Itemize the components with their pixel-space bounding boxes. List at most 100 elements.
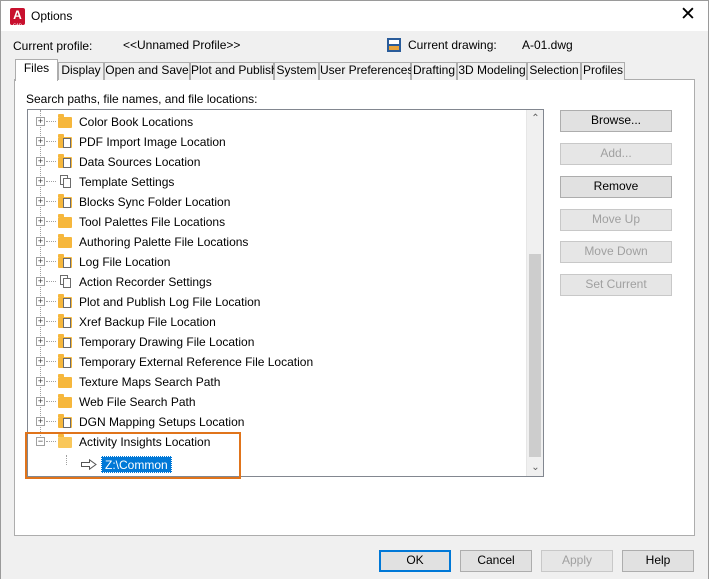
- cancel-button[interactable]: Cancel: [460, 550, 532, 572]
- tree-item[interactable]: + Blocks Sync Folder Location: [28, 192, 528, 212]
- tab-selection[interactable]: Selection: [527, 62, 581, 80]
- tree-item-label: Authoring Palette File Locations: [79, 235, 249, 249]
- tab-profiles[interactable]: Profiles: [581, 62, 625, 80]
- help-button[interactable]: Help: [622, 550, 694, 572]
- expand-icon[interactable]: +: [36, 277, 45, 286]
- tab-system[interactable]: System: [274, 62, 319, 80]
- tree-item-label: Blocks Sync Folder Location: [79, 195, 231, 209]
- folder-file-icon: [57, 194, 73, 209]
- tab-open-and-save[interactable]: Open and Save: [104, 62, 190, 80]
- tab-3d-modeling[interactable]: 3D Modeling: [457, 62, 527, 80]
- folder-file-icon: [57, 294, 73, 309]
- search-paths-label: Search paths, file names, and file locat…: [26, 92, 258, 106]
- tree-item-label: Template Settings: [79, 175, 175, 189]
- expand-icon[interactable]: +: [36, 217, 45, 226]
- folder-file-icon: [57, 334, 73, 349]
- scroll-thumb[interactable]: [529, 254, 541, 457]
- ok-button[interactable]: OK: [379, 550, 451, 572]
- tree-item-label: Action Recorder Settings: [79, 275, 212, 289]
- drawing-file-icon: [387, 38, 401, 52]
- tree-item-label: Web File Search Path: [79, 395, 196, 409]
- title-bar: A CAD Options ✕: [1, 1, 708, 31]
- tree-item-label: Data Sources Location: [79, 155, 201, 169]
- tree-item[interactable]: + Data Sources Location: [28, 152, 528, 172]
- folder-file-icon: [57, 154, 73, 169]
- tab-plot-and-publish[interactable]: Plot and Publish: [190, 62, 278, 80]
- tree-item[interactable]: + Action Recorder Settings: [28, 272, 528, 292]
- tree-item-label: PDF Import Image Location: [79, 135, 226, 149]
- tree-item[interactable]: + Xref Backup File Location: [28, 312, 528, 332]
- tree-item-label: Plot and Publish Log File Location: [79, 295, 261, 309]
- scroll-down-icon[interactable]: ⌄: [527, 459, 543, 476]
- expand-icon[interactable]: +: [36, 117, 45, 126]
- tree-item-label: Xref Backup File Location: [79, 315, 216, 329]
- tree-item-label: Log File Location: [79, 255, 171, 269]
- close-icon[interactable]: ✕: [674, 3, 702, 29]
- tree-item[interactable]: + Log File Location: [28, 252, 528, 272]
- scroll-up-icon[interactable]: ⌃: [527, 110, 543, 127]
- documents-icon: [57, 174, 73, 189]
- folder-icon: [57, 114, 73, 129]
- options-dialog: A CAD Options ✕ Current profile: <<Unname…: [0, 0, 709, 579]
- tab-user-preferences[interactable]: User Preferences: [319, 62, 413, 80]
- expand-icon[interactable]: +: [36, 197, 45, 206]
- tree-item[interactable]: + Authoring Palette File Locations: [28, 232, 528, 252]
- tree-item-label: Temporary External Reference File Locati…: [79, 355, 314, 369]
- expand-icon[interactable]: +: [36, 317, 45, 326]
- current-profile-label: Current profile:: [13, 39, 93, 53]
- current-drawing-label: Current drawing:: [408, 38, 497, 52]
- tree-item[interactable]: + Plot and Publish Log File Location: [28, 292, 528, 312]
- tree-item-label: DGN Mapping Setups Location: [79, 415, 245, 429]
- browse-button[interactable]: Browse...: [560, 110, 672, 132]
- expand-icon[interactable]: +: [36, 357, 45, 366]
- tree-item-label: Temporary Drawing File Location: [79, 335, 255, 349]
- add-button[interactable]: Add...: [560, 143, 672, 165]
- tree-item[interactable]: + Temporary Drawing File Location: [28, 332, 528, 352]
- current-drawing-value: A-01.dwg: [522, 38, 573, 52]
- current-profile-value: <<Unnamed Profile>>: [123, 38, 241, 52]
- folder-file-icon: [57, 414, 73, 429]
- expand-icon[interactable]: +: [36, 137, 45, 146]
- tree-item[interactable]: + Temporary External Reference File Loca…: [28, 352, 528, 372]
- annotation-highlight-box: [25, 432, 241, 479]
- expand-icon[interactable]: +: [36, 337, 45, 346]
- move-down-button[interactable]: Move Down: [560, 241, 672, 263]
- autocad-app-icon: A CAD: [10, 8, 25, 27]
- tree-item[interactable]: + Tool Palettes File Locations: [28, 212, 528, 232]
- expand-icon[interactable]: +: [36, 397, 45, 406]
- expand-icon[interactable]: +: [36, 237, 45, 246]
- tree-item-label: Tool Palettes File Locations: [79, 215, 226, 229]
- tab-drafting[interactable]: Drafting: [411, 62, 457, 80]
- tree-item[interactable]: + Texture Maps Search Path: [28, 372, 528, 392]
- expand-icon[interactable]: +: [36, 177, 45, 186]
- folder-file-icon: [57, 134, 73, 149]
- folder-icon: [57, 374, 73, 389]
- documents-icon: [57, 274, 73, 289]
- set-current-button[interactable]: Set Current: [560, 274, 672, 296]
- expand-icon[interactable]: +: [36, 157, 45, 166]
- tree-item[interactable]: + DGN Mapping Setups Location: [28, 412, 528, 432]
- apply-button[interactable]: Apply: [541, 550, 613, 572]
- expand-icon[interactable]: +: [36, 297, 45, 306]
- tab-display[interactable]: Display: [58, 62, 104, 80]
- tree-item-label: Texture Maps Search Path: [79, 375, 221, 389]
- expand-icon[interactable]: +: [36, 377, 45, 386]
- folder-icon: [57, 394, 73, 409]
- folder-file-icon: [57, 314, 73, 329]
- move-up-button[interactable]: Move Up: [560, 209, 672, 231]
- remove-button[interactable]: Remove: [560, 176, 672, 198]
- tree-item[interactable]: + Web File Search Path: [28, 392, 528, 412]
- window-title: Options: [31, 9, 73, 23]
- folder-icon: [57, 214, 73, 229]
- folder-file-icon: [57, 254, 73, 269]
- tree-item[interactable]: + PDF Import Image Location: [28, 132, 528, 152]
- expand-icon[interactable]: +: [36, 257, 45, 266]
- tree-item[interactable]: + Color Book Locations: [28, 112, 528, 132]
- tree-item-label: Color Book Locations: [79, 115, 194, 129]
- folder-file-icon: [57, 354, 73, 369]
- expand-icon[interactable]: +: [36, 417, 45, 426]
- tab-files[interactable]: Files: [15, 59, 58, 81]
- tree-scrollbar[interactable]: ⌃ ⌄: [526, 110, 543, 476]
- search-paths-tree[interactable]: + Color Book Locations + PDF Import Imag…: [27, 109, 544, 477]
- tree-item[interactable]: + Template Settings: [28, 172, 528, 192]
